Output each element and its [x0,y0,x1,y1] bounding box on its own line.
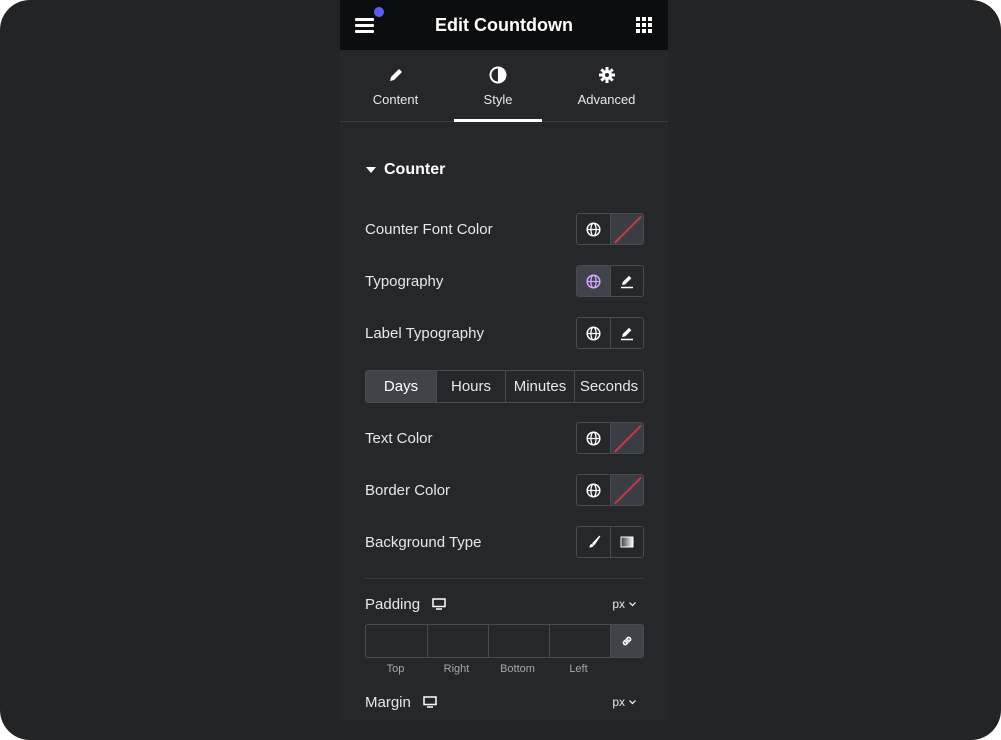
text-color-row: Text Color [365,422,644,454]
dimension-label-top: Top [386,663,405,675]
chevron-down-icon [629,601,636,606]
globe-icon [586,430,601,446]
padding-bottom-input[interactable] [488,625,549,657]
background-type-label: Background Type [365,533,482,551]
global-colors-button[interactable] [577,214,610,244]
border-color-picker-button[interactable] [610,475,643,505]
empty-color-swatch [611,214,643,244]
contrast-icon [489,66,507,84]
tab-seconds[interactable]: Seconds [574,371,643,402]
label-typography-control [576,317,644,349]
background-gradient-button[interactable] [610,527,643,557]
pencil-icon [389,69,402,81]
dimension-label-bottom: Bottom [500,663,535,675]
hamburger-menu-icon[interactable] [354,7,384,35]
text-color-control [576,422,644,454]
pencil-icon [621,275,633,289]
typography-row: Typography [365,265,644,297]
paint-brush-icon [589,535,600,548]
edit-label-typography-button[interactable] [610,318,643,348]
typography-control [576,265,644,297]
chevron-down-icon [629,699,636,704]
border-color-label: Border Color [365,481,451,499]
section-divider [365,578,644,579]
globe-icon [586,325,601,341]
counter-font-color-label: Counter Font Color [365,220,493,238]
padding-right-input[interactable] [427,625,488,657]
panel-tabs: Content Style Advanced [340,50,668,122]
padding-dimension-labels: Top Right Bottom Left [365,663,644,675]
tab-minutes[interactable]: Minutes [505,371,574,402]
globe-icon [586,482,601,498]
padding-left-input[interactable] [549,625,610,657]
border-color-row: Border Color [365,474,644,506]
padding-top-input[interactable] [366,625,427,657]
global-label-typography-button[interactable] [577,318,610,348]
section-title: Counter [384,161,446,178]
padding-label: Padding [365,595,421,613]
caret-down-icon [366,167,376,173]
text-color-label: Text Color [365,429,433,447]
counter-font-color-row: Counter Font Color [365,213,644,245]
globe-icon [586,273,601,289]
dimension-label-right: Right [443,663,470,675]
apps-grid-icon[interactable] [636,17,652,33]
global-typography-button[interactable] [577,266,610,296]
tab-advanced-label: Advanced [577,92,636,107]
tab-days[interactable]: Days [366,371,436,402]
border-color-control [576,474,644,506]
pencil-icon [621,327,633,341]
background-type-row: Background Type [365,526,644,558]
edit-typography-button[interactable] [610,266,643,296]
tab-content[interactable]: Content [340,50,451,121]
global-border-color-button[interactable] [577,475,610,505]
time-unit-tabs: Days Hours Minutes Seconds [365,370,644,403]
link-values-button[interactable] [610,625,643,657]
globe-icon [586,221,601,237]
tab-style-label: Style [483,92,513,107]
gradient-icon [620,536,634,548]
margin-unit-select[interactable]: px [612,695,644,709]
panel-header: Edit Countdown [340,0,668,50]
empty-color-swatch [611,475,643,505]
text-color-picker-button[interactable] [610,423,643,453]
label-typography-label: Label Typography [365,324,484,342]
global-text-color-button[interactable] [577,423,610,453]
padding-inputs [365,624,644,658]
tab-content-label: Content [372,92,419,107]
padding-unit-value: px [612,597,625,611]
editor-panel: Edit Countdown Content Style Advanced Co… [340,0,668,720]
notification-dot-icon [374,7,384,17]
padding-header: Padding px [365,594,644,614]
dimension-label-left: Left [569,663,588,675]
panel-title: Edit Countdown [435,14,573,35]
tab-advanced[interactable]: Advanced [545,50,668,121]
tab-hours[interactable]: Hours [436,371,505,402]
empty-color-swatch [611,423,643,453]
typography-label: Typography [365,272,444,290]
gear-icon [598,67,615,83]
margin-header: Margin px [365,692,644,712]
tab-style[interactable]: Style [451,50,545,122]
background-type-control [576,526,644,558]
padding-unit-select[interactable]: px [612,597,644,611]
link-icon [622,636,632,646]
margin-unit-value: px [612,695,625,709]
margin-label: Margin [365,693,411,711]
label-typography-row: Label Typography [365,317,644,349]
counter-font-color-control [576,213,644,245]
color-picker-button[interactable] [610,214,643,244]
app-frame: Edit Countdown Content Style Advanced Co… [0,0,1001,740]
desktop-icon[interactable] [423,696,437,708]
counter-section-toggle[interactable]: Counter [366,161,445,179]
background-classic-button[interactable] [577,527,610,557]
desktop-icon[interactable] [432,598,446,610]
